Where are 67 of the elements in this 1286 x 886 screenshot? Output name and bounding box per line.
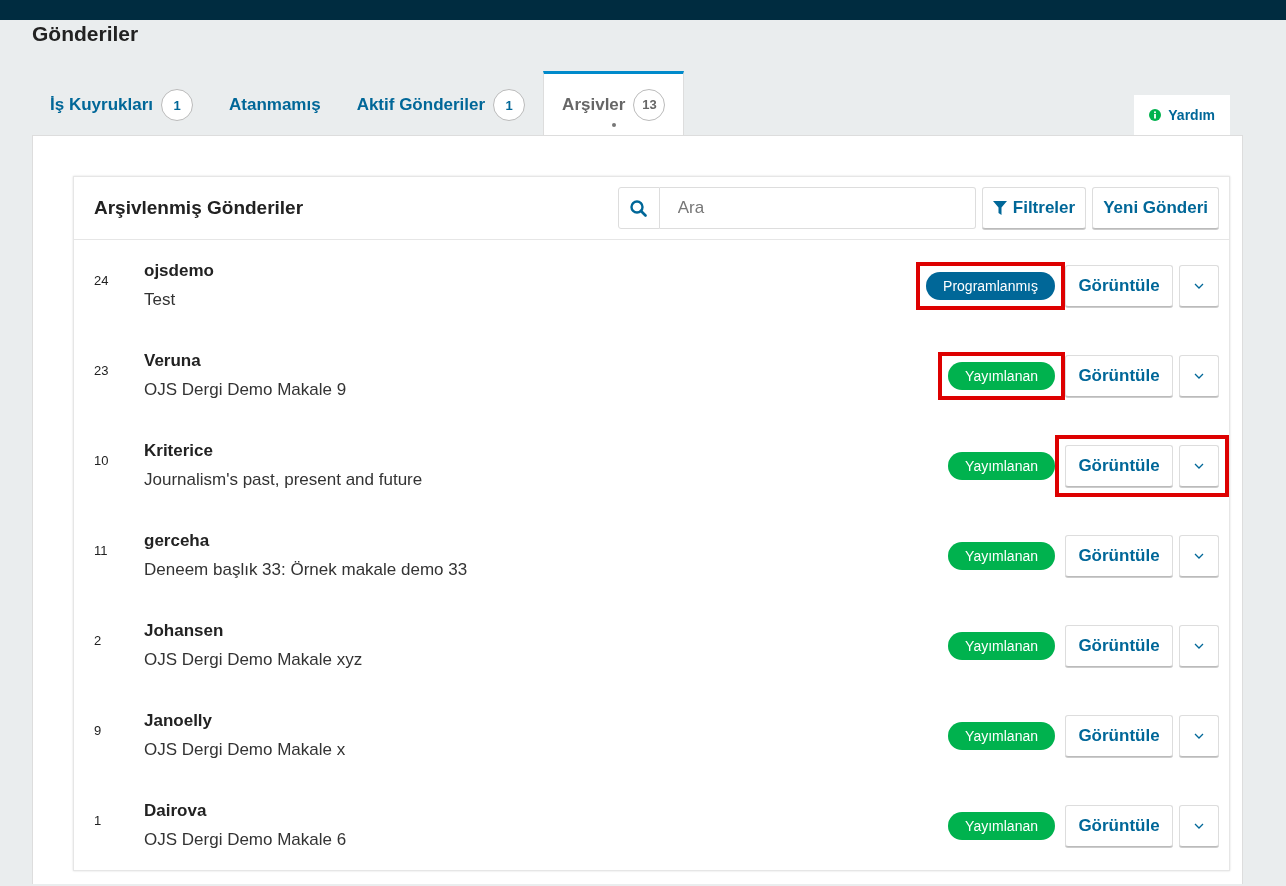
submission-id: 9 <box>94 723 103 738</box>
status-badge: Yayımlanan <box>948 541 1055 570</box>
author-name: ojsdemo <box>144 261 215 281</box>
status-badge: Yayımlanan <box>948 361 1055 390</box>
chevron-down-icon <box>1194 822 1204 829</box>
view-button[interactable]: Görüntüle <box>1065 354 1173 397</box>
submission-id: 23 <box>94 363 110 378</box>
search-field[interactable]: Ara <box>659 187 976 229</box>
view-button[interactable]: Görüntüle <box>1065 624 1173 667</box>
expand-button[interactable] <box>1179 444 1219 487</box>
new-submission-button[interactable]: Yeni Gönderi <box>1092 187 1219 229</box>
author-name: Kriterice <box>144 441 214 461</box>
chevron-down-icon <box>1194 462 1204 469</box>
submission-title: Journalism's past, present and future <box>144 470 424 490</box>
submission-id: 11 <box>94 543 109 558</box>
submission-id: 24 <box>94 273 110 288</box>
tab[interactable]: Arşivler 13 <box>543 71 685 135</box>
submission-id: 2 <box>94 633 103 648</box>
tab[interactable]: Aktif Gönderiler 1 <box>338 72 544 135</box>
filter-icon <box>992 201 1007 215</box>
author-name: Johansen <box>144 621 225 641</box>
author-name: Janoelly <box>144 711 214 731</box>
submission-title: OJS Dergi Demo Makale 6 <box>144 830 348 850</box>
chevron-down-icon <box>1194 372 1204 379</box>
count-badge: 1 <box>161 89 193 121</box>
status-badge: Yayımlanan <box>948 451 1055 480</box>
author-name: Veruna <box>144 351 202 371</box>
filter-button[interactable]: Filtreler <box>981 187 1087 229</box>
view-button[interactable]: Görüntüle <box>1065 444 1173 487</box>
help-button[interactable]: Yardım <box>1134 95 1230 135</box>
page-title: Gönderiler <box>31 21 140 47</box>
submission-title: Test <box>144 290 177 310</box>
view-button[interactable]: Görüntüle <box>1065 534 1173 577</box>
expand-button[interactable] <box>1179 624 1219 667</box>
count-badge: 13 <box>633 88 666 121</box>
status-badge: Programlanmış <box>926 271 1055 300</box>
view-button[interactable]: Görüntüle <box>1065 264 1173 307</box>
submission-id: 1 <box>94 813 103 828</box>
status-badge: Yayımlanan <box>948 721 1055 750</box>
search-button[interactable] <box>617 187 660 229</box>
expand-button[interactable] <box>1179 804 1219 847</box>
expand-button[interactable] <box>1179 354 1219 397</box>
chevron-down-icon <box>1194 282 1204 289</box>
author-name: Dairova <box>144 801 208 821</box>
count-badge: 1 <box>493 89 526 121</box>
chevron-down-icon <box>1194 552 1204 559</box>
tab[interactable]: Atanmamış <box>211 72 339 135</box>
status-badge: Yayımlanan <box>948 631 1055 660</box>
search-icon <box>630 199 648 217</box>
submission-title: Deneem başlık 33: Örnek makale demo 33 <box>144 560 469 580</box>
expand-button[interactable] <box>1179 534 1219 577</box>
view-button[interactable]: Görüntüle <box>1065 714 1173 757</box>
status-badge: Yayımlanan <box>948 811 1055 840</box>
chevron-down-icon <box>1194 642 1204 649</box>
expand-button[interactable] <box>1179 714 1219 757</box>
author-name: gerceha <box>144 531 211 551</box>
active-dot-icon <box>611 123 616 127</box>
expand-button[interactable] <box>1179 264 1219 307</box>
submission-title: OJS Dergi Demo Makale xyz <box>144 650 364 670</box>
list-title: Arşivlenmiş Gönderiler <box>94 197 305 219</box>
chevron-down-icon <box>1194 732 1204 739</box>
submission-title: OJS Dergi Demo Makale 9 <box>144 380 348 400</box>
info-icon <box>1149 109 1162 121</box>
submission-title: OJS Dergi Demo Makale x <box>144 740 347 760</box>
tab[interactable]: İş Kuyrukları 1 <box>32 72 211 135</box>
view-button[interactable]: Görüntüle <box>1065 804 1173 847</box>
submission-id: 10 <box>94 453 110 468</box>
